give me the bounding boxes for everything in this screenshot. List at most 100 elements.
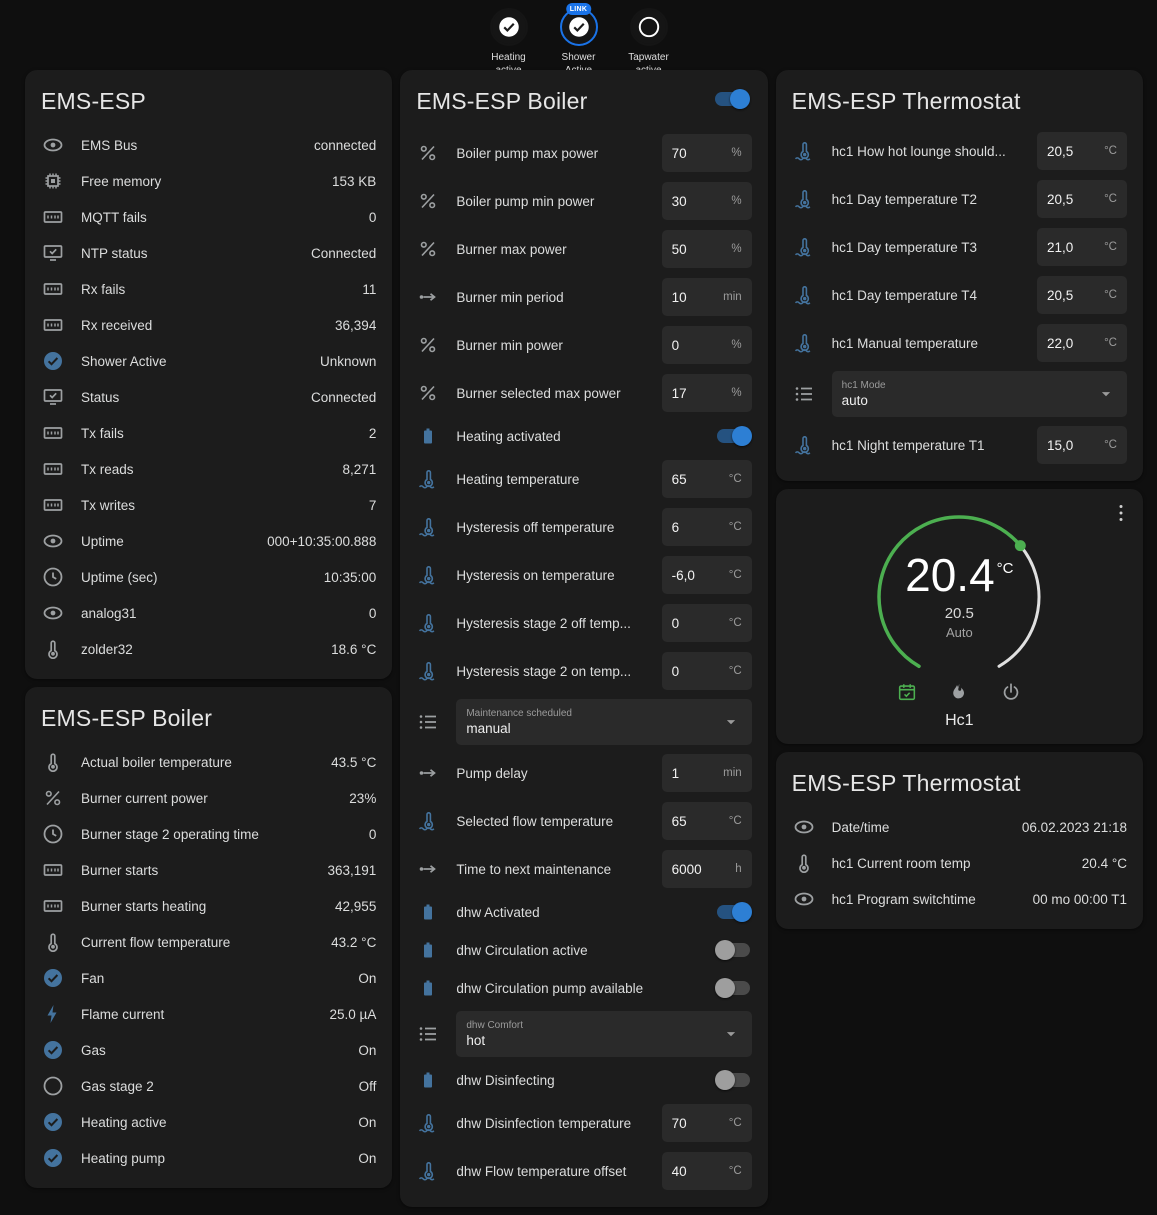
number-input[interactable]: 30% (662, 182, 752, 220)
entity-row[interactable]: Boiler pump min power30% (416, 177, 751, 225)
number-input[interactable]: 21,0°C (1037, 228, 1127, 266)
entity-row[interactable]: Selected flow temperature65°C (416, 797, 751, 845)
entity-row[interactable]: hc1 Manual temperature22,0°C (792, 319, 1127, 367)
toggle-switch[interactable] (715, 940, 752, 960)
number-input[interactable]: 40°C (662, 1152, 752, 1190)
select-input[interactable]: Maintenance scheduledmanual (456, 699, 751, 745)
badge[interactable]: LINKShowerActive (550, 8, 608, 77)
toggle-switch[interactable] (715, 978, 752, 998)
entity-row[interactable]: dhw Disinfecting (416, 1061, 751, 1099)
number-input[interactable]: 20,5°C (1037, 132, 1127, 170)
entity-row[interactable]: Burner current power23% (41, 780, 376, 816)
entity-row[interactable]: Pump delay1min (416, 749, 751, 797)
toggle-switch[interactable] (715, 426, 752, 446)
number-input[interactable]: 65°C (662, 802, 752, 840)
entity-row[interactable]: hc1 Program switchtime00 mo 00:00 T1 (792, 881, 1127, 917)
number-input[interactable]: 0% (662, 326, 752, 364)
entity-row[interactable]: Time to next maintenance6000h (416, 845, 751, 893)
number-input[interactable]: 6°C (662, 508, 752, 546)
number-input[interactable]: -6,0°C (662, 556, 752, 594)
entity-row[interactable]: Maintenance scheduledmanual (416, 695, 751, 749)
fire-icon[interactable] (948, 681, 970, 703)
entity-row[interactable]: hc1 Modeauto (792, 367, 1127, 421)
number-input[interactable]: 0°C (662, 652, 752, 690)
entity-row[interactable]: hc1 Night temperature T115,0°C (792, 421, 1127, 469)
entity-row[interactable]: NTP statusConnected (41, 235, 376, 271)
number-input[interactable]: 70% (662, 134, 752, 172)
entity-row[interactable]: Flame current25.0 µA (41, 996, 376, 1032)
number-input[interactable]: 65°C (662, 460, 752, 498)
dots-vertical-icon[interactable] (1109, 501, 1133, 525)
entity-row[interactable]: Burner starts363,191 (41, 852, 376, 888)
select-input[interactable]: hc1 Modeauto (832, 371, 1127, 417)
entity-row[interactable]: dhw Comforthot (416, 1007, 751, 1061)
number-input[interactable]: 17% (662, 374, 752, 412)
entity-row[interactable]: Uptime (sec)10:35:00 (41, 559, 376, 595)
entity-row[interactable]: MQTT fails0 (41, 199, 376, 235)
entity-row[interactable]: Burner max power50% (416, 225, 751, 273)
number-input[interactable]: 15,0°C (1037, 426, 1127, 464)
number-input[interactable]: 10min (662, 278, 752, 316)
entity-row[interactable]: Current flow temperature43.2 °C (41, 924, 376, 960)
entity-name: hc1 Current room temp (832, 856, 1082, 871)
entity-row[interactable]: Uptime000+10:35:00.888 (41, 523, 376, 559)
entity-row[interactable]: Heating temperature65°C (416, 455, 751, 503)
number-input[interactable]: 20,5°C (1037, 276, 1127, 314)
badge[interactable]: Tapwateractive (620, 8, 678, 77)
thermostat-gauge[interactable]: 20.4°C 20.5 Auto (859, 509, 1059, 677)
entity-row[interactable]: Tx writes7 (41, 487, 376, 523)
entity-row[interactable]: Hysteresis off temperature6°C (416, 503, 751, 551)
entity-row[interactable]: Shower ActiveUnknown (41, 343, 376, 379)
calendar-icon[interactable] (896, 681, 918, 703)
number-input[interactable]: 70°C (662, 1104, 752, 1142)
entity-row[interactable]: hc1 Day temperature T420,5°C (792, 271, 1127, 319)
entity-row[interactable]: Gas stage 2Off (41, 1068, 376, 1104)
entity-row[interactable]: dhw Circulation pump available (416, 969, 751, 1007)
entity-row[interactable]: hc1 How hot lounge should...20,5°C (792, 127, 1127, 175)
entity-row[interactable]: dhw Disinfection temperature70°C (416, 1099, 751, 1147)
entity-row[interactable]: Free memory153 KB (41, 163, 376, 199)
entity-row[interactable]: Tx reads8,271 (41, 451, 376, 487)
entity-row[interactable]: dhw Activated (416, 893, 751, 931)
entity-row[interactable]: hc1 Day temperature T321,0°C (792, 223, 1127, 271)
entity-row[interactable]: GasOn (41, 1032, 376, 1068)
number-input[interactable]: 0°C (662, 604, 752, 642)
entity-row[interactable]: Heating activated (416, 417, 751, 455)
entity-row[interactable]: dhw Circulation active (416, 931, 751, 969)
entity-row[interactable]: Boiler pump max power70% (416, 129, 751, 177)
number-input[interactable]: 6000h (662, 850, 752, 888)
entity-row[interactable]: Burner stage 2 operating time0 (41, 816, 376, 852)
entity-row[interactable]: Hysteresis stage 2 off temp...0°C (416, 599, 751, 647)
entity-row[interactable]: FanOn (41, 960, 376, 996)
card-enable-toggle[interactable] (713, 89, 750, 109)
entity-row[interactable]: Rx fails11 (41, 271, 376, 307)
entity-row[interactable]: Hysteresis on temperature-6,0°C (416, 551, 751, 599)
toggle-switch[interactable] (715, 1070, 752, 1090)
entity-row[interactable]: analog310 (41, 595, 376, 631)
entity-row[interactable]: Actual boiler temperature43.5 °C (41, 744, 376, 780)
entity-row[interactable]: Date/time06.02.2023 21:18 (792, 809, 1127, 845)
entity-row[interactable]: Heating activeOn (41, 1104, 376, 1140)
number-input[interactable]: 1min (662, 754, 752, 792)
entity-row[interactable]: dhw Flow temperature offset40°C (416, 1147, 751, 1195)
power-icon[interactable] (1000, 681, 1022, 703)
badge[interactable]: Heatingactive (480, 8, 538, 77)
entity-row[interactable]: Hysteresis stage 2 on temp...0°C (416, 647, 751, 695)
select-input[interactable]: dhw Comforthot (456, 1011, 751, 1057)
entity-row[interactable]: hc1 Current room temp20.4 °C (792, 845, 1127, 881)
entity-row[interactable]: StatusConnected (41, 379, 376, 415)
number-input[interactable]: 50% (662, 230, 752, 268)
entity-row[interactable]: Heating pumpOn (41, 1140, 376, 1176)
entity-row[interactable]: Burner starts heating42,955 (41, 888, 376, 924)
number-input[interactable]: 22,0°C (1037, 324, 1127, 362)
entity-row[interactable]: Burner selected max power17% (416, 369, 751, 417)
entity-row[interactable]: EMS Busconnected (41, 127, 376, 163)
entity-row[interactable]: Burner min period10min (416, 273, 751, 321)
toggle-switch[interactable] (715, 902, 752, 922)
entity-row[interactable]: Burner min power0% (416, 321, 751, 369)
entity-row[interactable]: hc1 Day temperature T220,5°C (792, 175, 1127, 223)
entity-row[interactable]: zolder3218.6 °C (41, 631, 376, 667)
entity-row[interactable]: Tx fails2 (41, 415, 376, 451)
number-input[interactable]: 20,5°C (1037, 180, 1127, 218)
entity-row[interactable]: Rx received36,394 (41, 307, 376, 343)
